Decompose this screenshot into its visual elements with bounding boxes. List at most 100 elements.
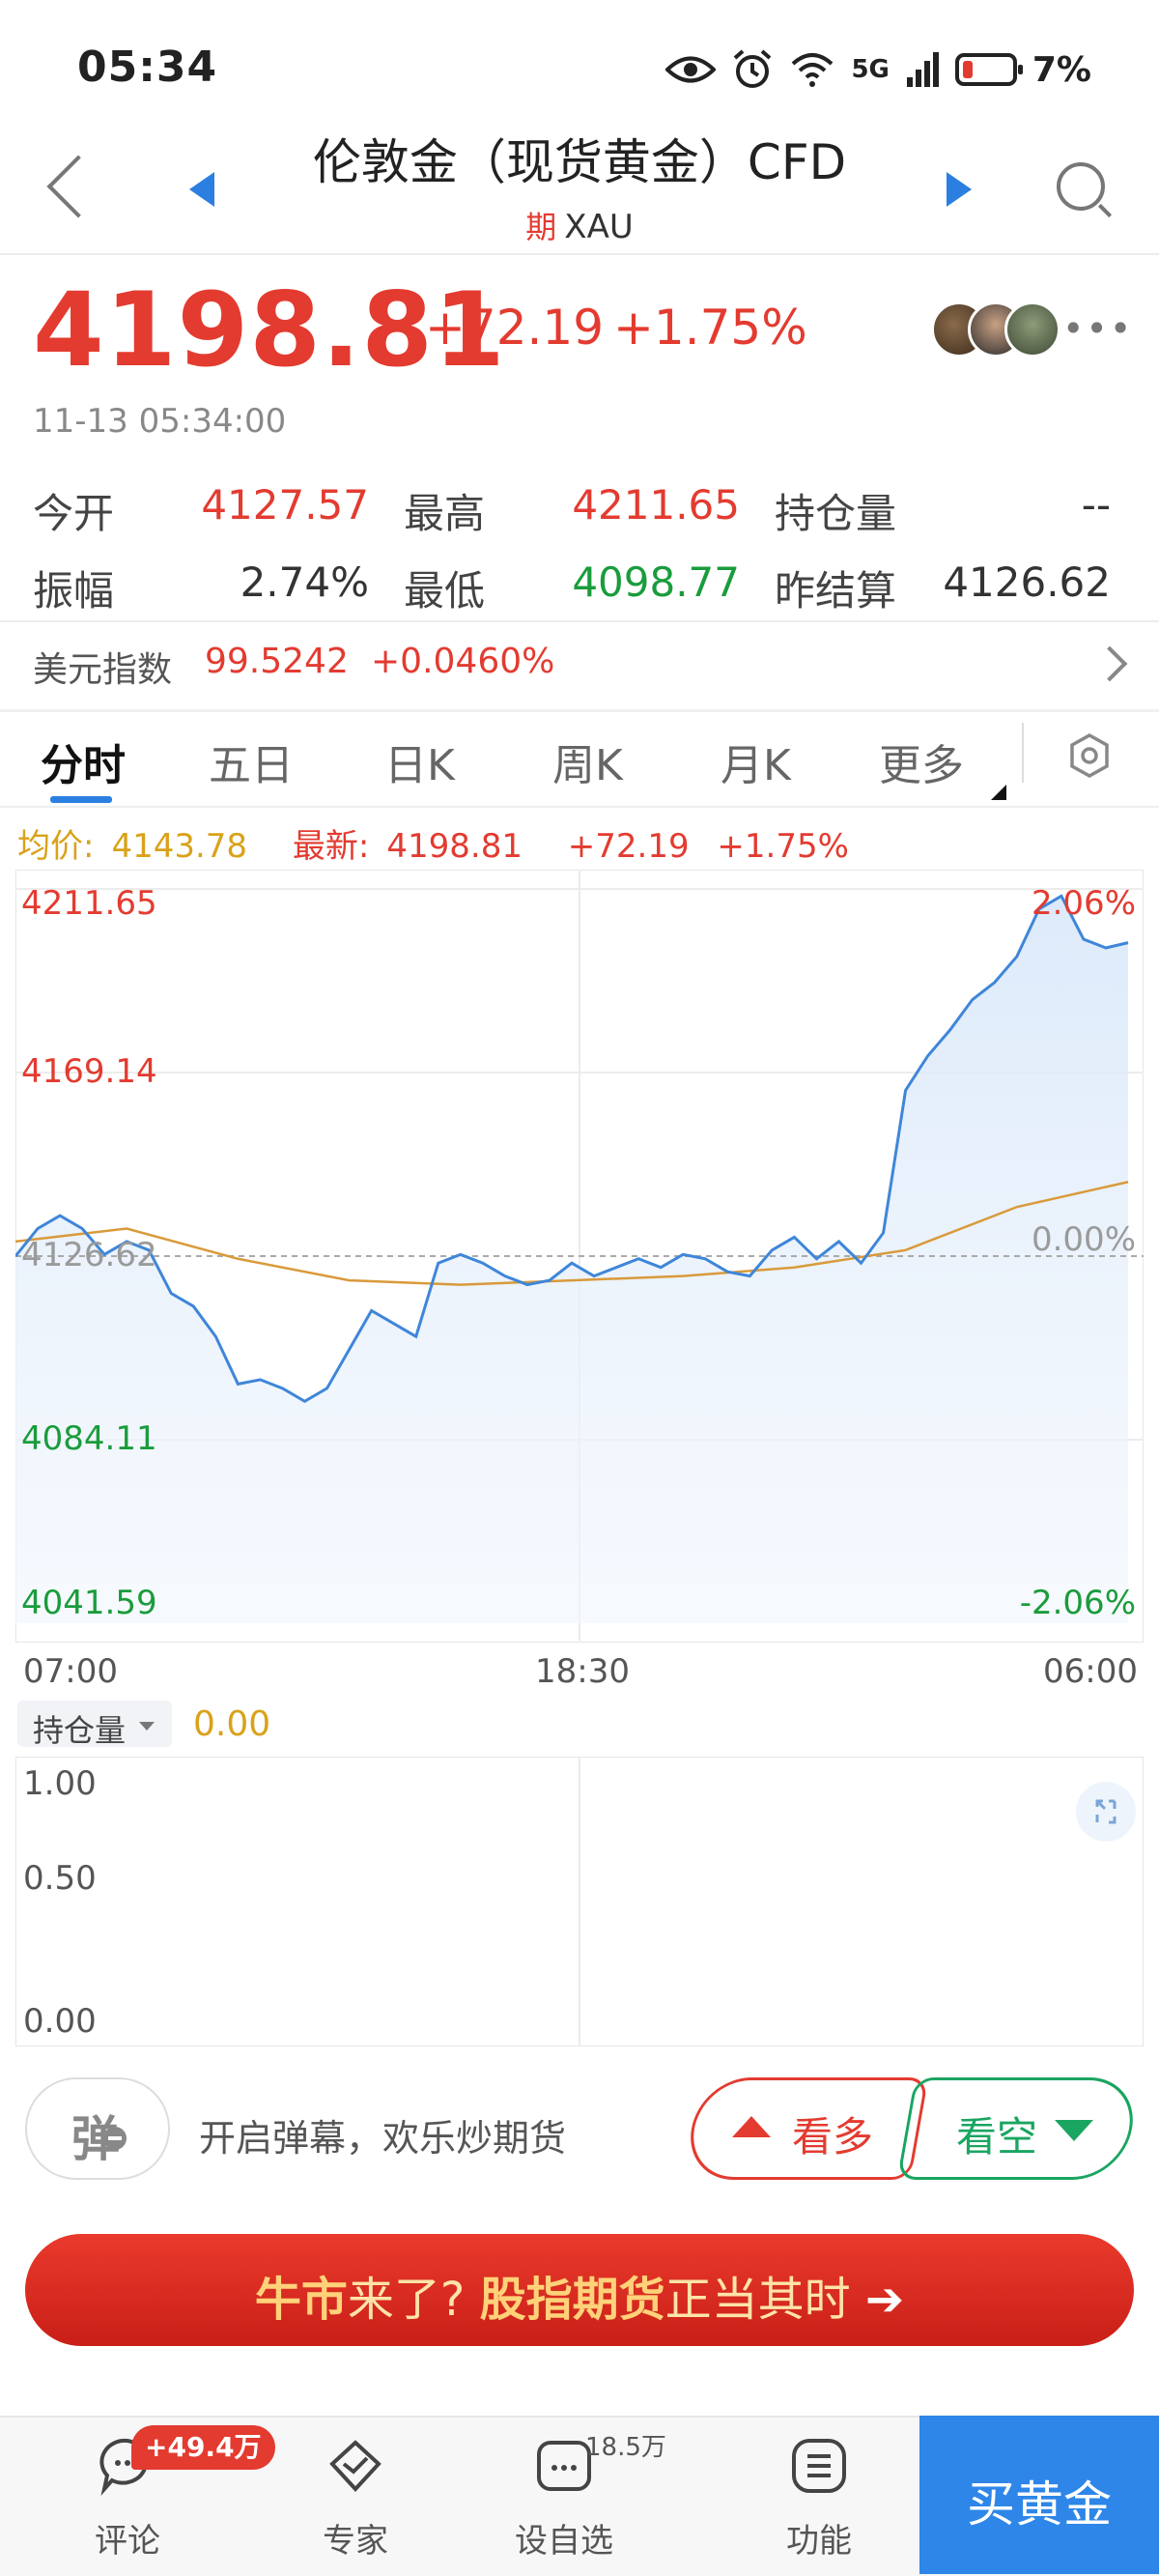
price-change-percent: +1.75% (613, 300, 807, 356)
prev-settle-value: 4126.62 (943, 558, 1111, 606)
settings-icon[interactable] (1066, 732, 1113, 779)
stats-divider (0, 620, 1159, 622)
more-icon[interactable]: ••• (1062, 307, 1133, 350)
tab-more[interactable]: 更多 (879, 730, 964, 792)
arrow-right-icon: ➔ (864, 2273, 905, 2327)
open-interest-value: -- (1081, 481, 1111, 529)
y-tick-label: 4126.62 (21, 1236, 157, 1274)
chevron-right-icon[interactable] (1091, 645, 1128, 682)
oi-selector-label: 持仓量 (33, 1712, 127, 1749)
latest-price-value: 4198.81 (386, 827, 523, 866)
chart-info-line: 均价: 4143.78 最新: 4198.81 +72.19 +1.75% (17, 819, 866, 867)
x-tick-end: 06:00 (1043, 1652, 1138, 1691)
avg-price: 均价: 4143.78 (17, 827, 265, 866)
y-tick-percent-label: -2.06% (1020, 1584, 1136, 1622)
chevron-down-icon (139, 1722, 155, 1731)
tab-monthly-k[interactable]: 月K (721, 730, 791, 792)
prev-settle-label: 昨结算 (775, 567, 897, 615)
dollar-index-label[interactable]: 美元指数 (33, 642, 172, 692)
dollar-index-value: 99.5242 (205, 642, 349, 681)
promo-banner-text: 牛市来了? 股指期货正当其时 ➔ (25, 2261, 1134, 2329)
header-divider (0, 253, 1159, 255)
oi-tick-mid: 0.50 (23, 1859, 97, 1898)
avatar (1004, 301, 1060, 358)
minus-circle-icon (103, 2127, 127, 2150)
nav-comments[interactable]: 评论 (70, 2514, 185, 2562)
instrument-symbol-row: 期 XAU (0, 203, 1159, 247)
page-title: 伦敦金（现货黄金）CFD (312, 134, 847, 190)
battery-icon (954, 53, 1023, 86)
expand-icon[interactable] (1076, 1782, 1136, 1842)
oi-value: 0.00 (193, 1704, 271, 1744)
futures-tag: 期 (525, 209, 557, 245)
dropdown-corner-icon (991, 785, 1006, 800)
banner-part1: 牛市 (254, 2273, 348, 2327)
info-change: +72.19 (567, 827, 690, 866)
x-tick-start: 07:00 (23, 1652, 118, 1691)
high-value: 4211.65 (572, 481, 740, 529)
tabs-divider (0, 806, 1159, 808)
bullish-label: 看多 (792, 2113, 874, 2161)
y-tick-percent-label: 2.06% (1032, 884, 1136, 923)
status-time: 05:34 (77, 43, 218, 92)
tab-weekly-k[interactable]: 周K (552, 730, 623, 792)
low-label: 最低 (404, 567, 486, 615)
quote-timestamp: 11-13 05:34:00 (33, 402, 287, 441)
latest-price: 最新: 4198.81 (293, 827, 540, 866)
bearish-label: 看空 (956, 2113, 1038, 2161)
dollar-index-change: +0.0460% (371, 642, 555, 681)
high-label: 最高 (404, 490, 486, 537)
expert-diamond-icon[interactable] (325, 2435, 386, 2497)
intraday-chart[interactable]: 4211.65 4169.14 4126.62 4084.11 4041.59 2.06%… (15, 870, 1144, 1643)
search-icon[interactable] (1057, 162, 1105, 211)
price-change: +72.19 (425, 300, 605, 356)
down-arrow-icon (1055, 2120, 1093, 2141)
eye-icon (665, 56, 717, 83)
status-icons: 5G 7% (665, 43, 1091, 97)
watchlist-count: 18.5万 (585, 2433, 666, 2462)
danmu-prompt[interactable]: 开启弹幕，欢乐炒期货 (199, 2108, 566, 2161)
latest-price-label: 最新: (292, 827, 370, 866)
network-type: 5G (851, 55, 890, 84)
tab-five-day[interactable]: 五日 (209, 730, 294, 792)
buy-gold-label: 买黄金 (967, 2476, 1112, 2533)
battery-level: 7% (1032, 49, 1091, 90)
signal-icon (906, 52, 939, 87)
section-divider (0, 709, 1159, 712)
alarm-icon (734, 49, 772, 88)
low-value: 4098.77 (572, 558, 740, 606)
tab-separator (1022, 723, 1024, 783)
wifi-icon (792, 53, 834, 87)
instrument-symbol: XAU (564, 208, 634, 246)
avatar-stack[interactable] (931, 301, 1060, 358)
nav-functions[interactable]: 功能 (761, 2514, 877, 2562)
open-interest-label: 持仓量 (775, 490, 897, 537)
next-instrument-icon[interactable] (947, 172, 972, 207)
nav-watchlist[interactable]: 设自选 (506, 2514, 622, 2562)
amplitude-value: 2.74% (240, 558, 369, 606)
banner-part4: 正当其时 (664, 2273, 851, 2327)
avg-price-label: 均价: (17, 827, 95, 866)
tab-daily-k[interactable]: 日K (384, 730, 455, 792)
comments-badge: +49.4万 (131, 2425, 275, 2470)
x-tick-mid: 18:30 (535, 1652, 630, 1691)
amplitude-label: 振幅 (33, 567, 115, 615)
y-tick-label: 4211.65 (21, 884, 157, 923)
oi-chart (15, 1757, 1144, 2046)
y-tick-label: 4041.59 (21, 1584, 157, 1622)
open-value: 4127.57 (201, 481, 369, 529)
avg-price-value: 4143.78 (111, 827, 248, 866)
up-arrow-icon (732, 2116, 771, 2137)
y-tick-label: 4169.14 (21, 1052, 157, 1091)
oi-tick-top: 1.00 (23, 1764, 97, 1803)
y-tick-percent-label: 0.00% (1032, 1220, 1136, 1259)
banner-part2: 来了? (347, 2273, 466, 2327)
tab-intraday[interactable]: 分时 (41, 730, 126, 792)
info-change-pct: +1.75% (717, 827, 849, 866)
banner-part3: 股指期货 (479, 2273, 665, 2327)
nav-experts[interactable]: 专家 (297, 2514, 413, 2562)
y-tick-label: 4084.11 (21, 1419, 157, 1458)
open-label: 今开 (33, 490, 115, 537)
active-tab-indicator (50, 796, 112, 803)
menu-icon[interactable] (788, 2435, 850, 2497)
